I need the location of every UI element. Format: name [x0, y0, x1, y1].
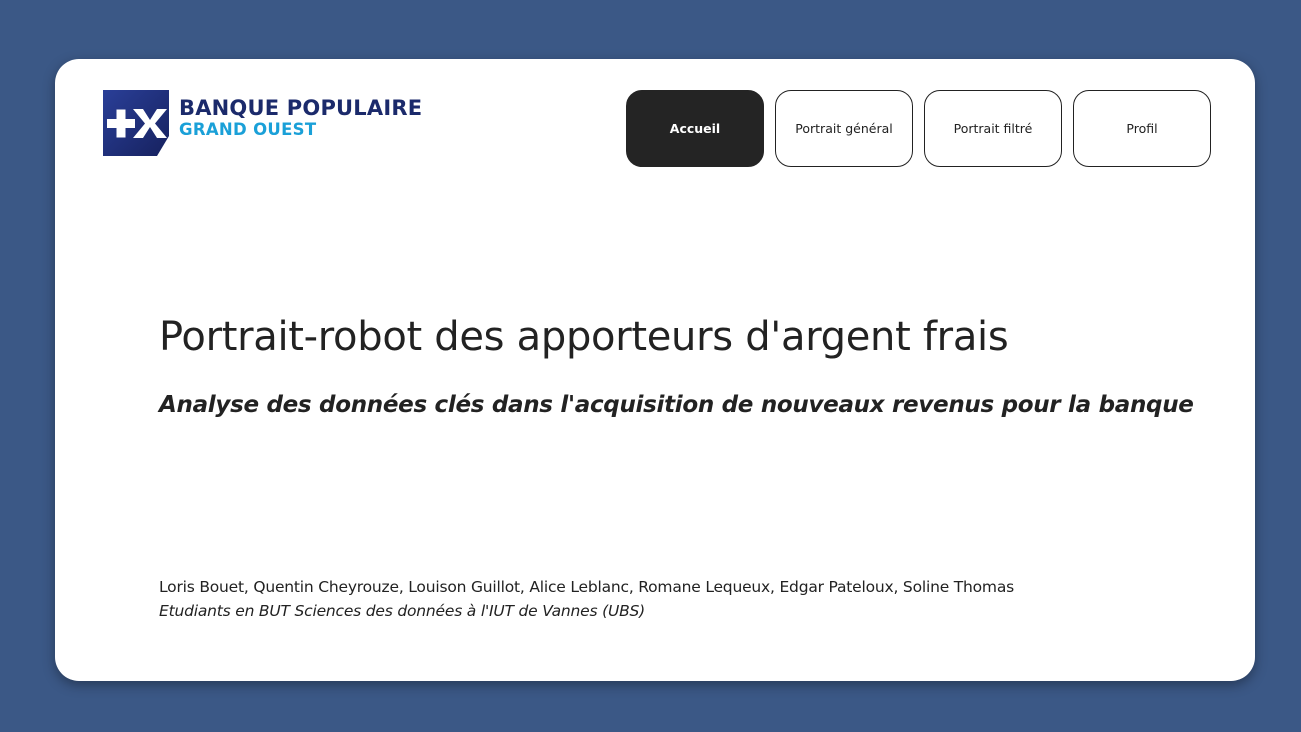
page-subtitle: Analyse des données clés dans l'acquisit…	[159, 392, 1194, 418]
nav-button-portrait-filtre[interactable]: Portrait filtré	[924, 90, 1062, 167]
brand-region: GRAND OUEST	[179, 120, 317, 139]
main-nav: Accueil Portrait général Portrait filtré…	[626, 90, 1211, 167]
plus-x-logo-icon	[103, 90, 169, 156]
brand-name: BANQUE POPULAIRE	[179, 96, 423, 120]
authors-affiliation: Etudiants en BUT Sciences des données à …	[159, 602, 646, 620]
authors-list: Loris Bouet, Quentin Cheyrouze, Louison …	[159, 578, 1015, 596]
brand-logo[interactable]: BANQUE POPULAIRE GRAND OUEST	[103, 90, 422, 156]
page-title: Portrait-robot des apporteurs d'argent f…	[159, 314, 1009, 360]
nav-button-portrait-general[interactable]: Portrait général	[775, 90, 913, 167]
nav-button-profil[interactable]: Profil	[1073, 90, 1211, 167]
main-card: BANQUE POPULAIRE GRAND OUEST Accueil Por…	[55, 59, 1255, 681]
nav-button-accueil[interactable]: Accueil	[626, 90, 764, 167]
